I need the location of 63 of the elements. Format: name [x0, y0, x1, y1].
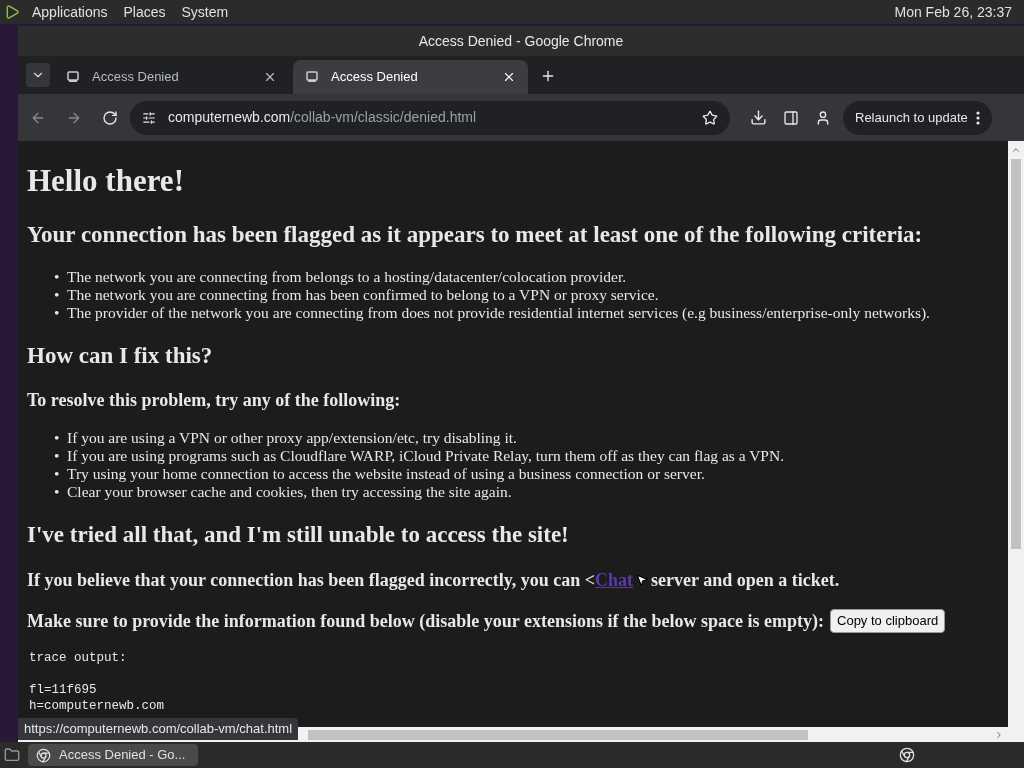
trace-line: h=computernewb.com	[29, 698, 166, 714]
bullet: •	[54, 429, 61, 447]
list-item: Clear your browser cache and cookies, then try accessing the site again.	[67, 483, 512, 501]
browser-tab[interactable]: Access Denied	[293, 60, 528, 94]
tab-list-button[interactable]	[26, 63, 50, 87]
vertical-scrollbar[interactable]	[1008, 141, 1024, 727]
mouse-cursor-icon	[635, 573, 650, 587]
tab-title: Access Denied	[331, 68, 419, 87]
url-text: computernewb.com/collab-vm/classic/denied.html	[168, 108, 478, 127]
panel-menu[interactable]: Places	[123, 1, 166, 23]
trace-line: trace output:	[29, 650, 128, 666]
list-item: Try using your home connection to access the website instead of using a business connection or server.	[67, 465, 705, 483]
bullet: •	[54, 447, 61, 465]
tab-title: Access Denied	[92, 68, 180, 87]
contact-text: server and open a ticket.	[651, 569, 840, 591]
new-tab-icon[interactable]	[540, 68, 556, 84]
status-url-tooltip: https://computernewb.com/collab-vm/chat.html	[18, 718, 299, 740]
window-title: Access Denied - Google Chrome	[418, 31, 624, 51]
bullet: •	[54, 268, 61, 286]
show-desktop-icon[interactable]	[4, 747, 20, 763]
section-heading: Your connection has been flagged as it appears to meet at least one of the following criteria:	[27, 221, 924, 249]
site-info-icon[interactable]	[142, 110, 156, 125]
panel-menu[interactable]: Applications	[32, 1, 108, 23]
list-item: The network you are connecting from has been confirmed to belong to a VPN or proxy service.	[67, 286, 659, 304]
scroll-right-icon[interactable]	[994, 729, 1004, 740]
section-heading: I've tried all that, and I'm still unable to access the site!	[27, 521, 570, 549]
side-panel-icon[interactable]	[783, 109, 799, 126]
page-icon	[305, 70, 319, 84]
scroll-thumb[interactable]	[308, 729, 808, 740]
relaunch-button[interactable]: Relaunch to update	[843, 100, 992, 135]
trace-line: fl=11f695	[29, 682, 98, 698]
list-item: If you are using programs such as Cloudflare WARP, iCloud Private Relay, turn them off as they can flag as a VPN.	[67, 447, 785, 465]
browser-icon	[36, 747, 51, 763]
bullet: •	[54, 304, 61, 322]
section-heading: How can I fix this?	[27, 342, 214, 370]
page-icon	[66, 70, 80, 84]
list-item: The network you are connecting from belongs to a hosting/datacenter/colocation provider.	[67, 268, 627, 286]
bullet: •	[54, 286, 61, 304]
profile-icon[interactable]	[815, 109, 831, 126]
taskbar-label: Access Denied - Go...	[59, 746, 186, 765]
info-text: Make sure to provide the information found below (disable your extensions if the below space is empty):	[27, 609, 824, 633]
reload-icon[interactable]	[102, 109, 118, 126]
copy-button[interactable]: Copy to clipboard	[830, 609, 946, 633]
bullet: •	[54, 483, 61, 501]
list-item: The provider of the network you are connecting from does not provide residential internet services (e.g business/enterprise-only networks).	[67, 304, 930, 322]
scroll-thumb[interactable]	[1011, 159, 1021, 549]
browser-icon[interactable]	[899, 747, 915, 763]
bookmark-star-icon[interactable]	[702, 109, 718, 126]
clock: Mon Feb 26, 23:37	[894, 2, 1013, 22]
panel-menu[interactable]: System	[181, 1, 229, 23]
more-menu-icon	[975, 110, 980, 125]
close-icon[interactable]	[502, 70, 516, 84]
download-icon[interactable]	[750, 109, 767, 126]
menu-logo-icon[interactable]	[4, 4, 20, 20]
page-heading: Hello there!	[27, 163, 185, 199]
list-item: If you are using a VPN or other proxy app/extension/etc, try disabling it.	[67, 429, 517, 447]
scroll-up-icon[interactable]	[1011, 145, 1021, 155]
close-icon[interactable]	[263, 70, 277, 84]
bullet: •	[54, 465, 61, 483]
taskbar-item[interactable]: Access Denied - Go...	[28, 744, 198, 766]
address-bar[interactable]: computernewb.com/collab-vm/classic/denied.html	[130, 100, 730, 135]
subheading: To resolve this problem, try any of the following:	[27, 389, 402, 411]
contact-text: If you believe that your connection has been flagged incorrectly, you can <	[27, 569, 596, 591]
